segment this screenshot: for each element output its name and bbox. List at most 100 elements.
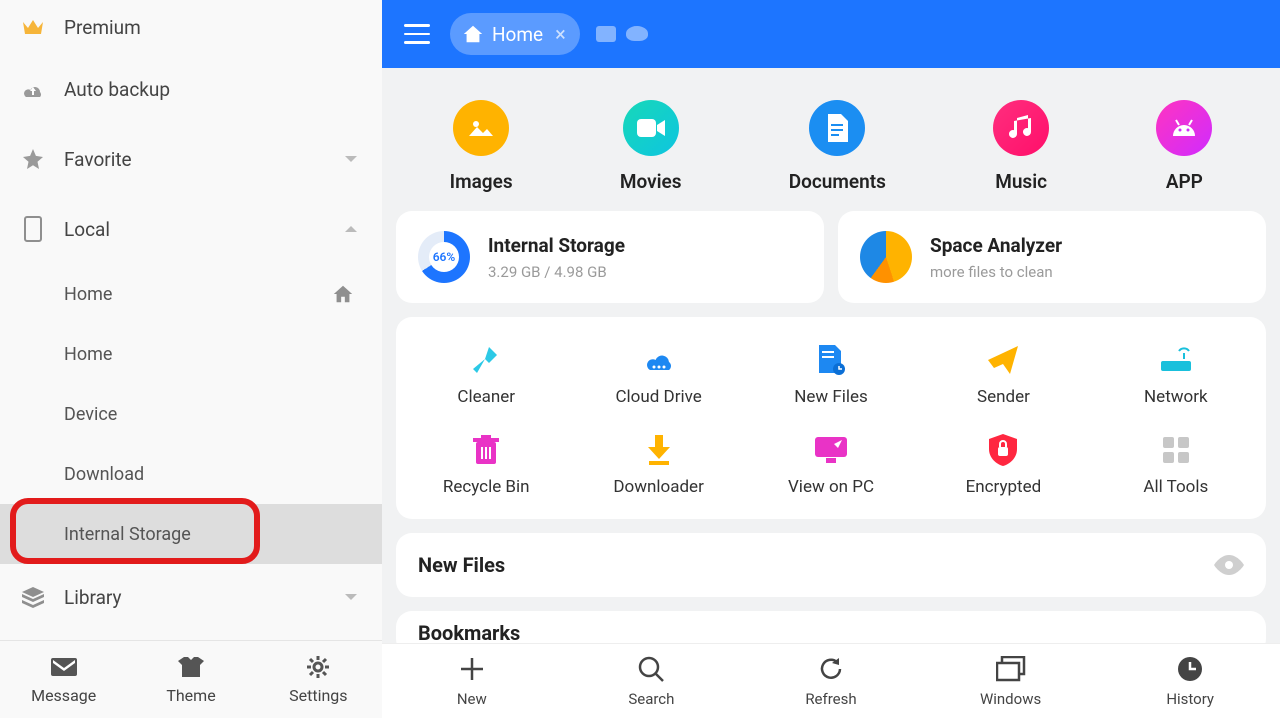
tab-home[interactable]: Home × <box>450 13 580 55</box>
card-subtitle: 3.29 GB / 4.98 GB <box>488 263 625 281</box>
sidebar-item-local[interactable]: Local <box>0 194 382 264</box>
category-documents[interactable]: Documents <box>789 100 886 193</box>
section-bookmarks[interactable]: Bookmarks <box>396 611 1266 643</box>
sidebar-theme-button[interactable]: Theme <box>127 641 254 718</box>
bottom-history-button[interactable]: History <box>1100 644 1280 718</box>
tool-label: All Tools <box>1143 477 1208 497</box>
tool-label: Recycle Bin <box>443 477 530 497</box>
close-icon[interactable]: × <box>555 24 566 44</box>
sidebar-label: Library <box>64 586 322 609</box>
router-icon <box>1159 345 1193 375</box>
chevron-down-icon <box>340 586 362 608</box>
cloud-icon[interactable] <box>626 26 648 41</box>
cloud-icon <box>642 345 676 375</box>
btn-label: Message <box>31 686 96 705</box>
content-scroll[interactable]: Images Movies Documents <box>382 68 1280 643</box>
storage-percent: 66% <box>433 250 456 264</box>
top-bar: Home × <box>382 0 1280 68</box>
category-images[interactable]: Images <box>450 100 513 193</box>
chevron-down-icon <box>340 148 362 170</box>
windows-icon <box>996 654 1026 684</box>
bottom-refresh-button[interactable]: Refresh <box>741 644 921 718</box>
tool-view-on-pc[interactable]: View on PC <box>745 421 917 511</box>
shirt-icon <box>178 654 204 680</box>
sidebar-list: Premium Auto backup Favorite <box>0 0 382 640</box>
btn-label: Refresh <box>805 690 856 708</box>
sidebar-sub-home-2[interactable]: Home <box>0 324 382 384</box>
crown-icon <box>20 14 46 40</box>
category-label: Documents <box>789 170 886 193</box>
btn-label: New <box>457 690 487 708</box>
bottom-search-button[interactable]: Search <box>562 644 742 718</box>
tool-label: Cleaner <box>457 387 515 407</box>
tool-cleaner[interactable]: Cleaner <box>400 331 572 421</box>
home-icon <box>332 283 358 305</box>
card-title: Space Analyzer <box>930 234 1062 257</box>
storage-donut-icon: 66% <box>418 231 470 283</box>
category-app[interactable]: APP <box>1156 100 1212 193</box>
tool-label: View on PC <box>788 477 874 497</box>
gear-icon <box>305 654 331 680</box>
window-icon[interactable] <box>596 26 616 42</box>
download-icon <box>642 435 676 465</box>
category-music[interactable]: Music <box>993 100 1049 193</box>
tool-all-tools[interactable]: All Tools <box>1090 421 1262 511</box>
bottom-new-button[interactable]: New <box>382 644 562 718</box>
sidebar: Premium Auto backup Favorite <box>0 0 382 718</box>
tool-new-files[interactable]: New Files <box>745 331 917 421</box>
sidebar-sub-device[interactable]: Device <box>0 384 382 444</box>
sidebar-bottom-bar: Message Theme Settings <box>0 640 382 718</box>
quick-categories: Images Movies Documents <box>396 86 1266 211</box>
sidebar-item-premium[interactable]: Premium <box>0 0 382 54</box>
cloud-up-icon <box>20 76 46 102</box>
star-icon <box>20 146 46 172</box>
sidebar-item-auto-backup[interactable]: Auto backup <box>0 54 382 124</box>
btn-label: Search <box>628 690 674 708</box>
sidebar-item-favorite[interactable]: Favorite <box>0 124 382 194</box>
clock-icon <box>1175 654 1205 684</box>
sidebar-sub-download[interactable]: Download <box>0 444 382 504</box>
sidebar-message-button[interactable]: Message <box>0 641 127 718</box>
btn-label: Theme <box>166 686 215 705</box>
trash-icon <box>469 435 503 465</box>
tool-sender[interactable]: Sender <box>917 331 1089 421</box>
sub-label: Device <box>64 404 382 425</box>
tool-label: New Files <box>794 387 868 407</box>
category-label: APP <box>1166 170 1203 193</box>
tool-cloud-drive[interactable]: Cloud Drive <box>572 331 744 421</box>
sidebar-settings-button[interactable]: Settings <box>255 641 382 718</box>
sidebar-label: Auto backup <box>64 78 362 101</box>
tool-downloader[interactable]: Downloader <box>572 421 744 511</box>
tool-label: Cloud Drive <box>615 387 701 407</box>
sidebar-label: Local <box>64 218 322 241</box>
sub-label: Home <box>64 284 332 305</box>
category-label: Images <box>450 170 513 193</box>
sidebar-sub-internal-storage[interactable]: Internal Storage <box>0 504 382 564</box>
tool-network[interactable]: Network <box>1090 331 1262 421</box>
tool-encrypted[interactable]: Encrypted <box>917 421 1089 511</box>
sidebar-item-library[interactable]: Library <box>0 564 382 630</box>
btn-label: Settings <box>289 686 347 705</box>
space-analyzer-card[interactable]: Space Analyzer more files to clean <box>838 211 1266 303</box>
category-label: Music <box>995 170 1047 193</box>
topbar-ghost-icons <box>596 26 648 42</box>
tool-label: Sender <box>977 387 1030 407</box>
category-label: Movies <box>620 170 682 193</box>
eye-icon[interactable] <box>1214 555 1244 575</box>
menu-button[interactable] <box>394 11 440 57</box>
internal-storage-card[interactable]: 66% Internal Storage 3.29 GB / 4.98 GB <box>396 211 824 303</box>
tool-recycle-bin[interactable]: Recycle Bin <box>400 421 572 511</box>
bottom-windows-button[interactable]: Windows <box>921 644 1101 718</box>
image-icon <box>453 100 509 156</box>
sub-label: Internal Storage <box>64 524 382 545</box>
sub-label: Download <box>64 464 382 485</box>
section-title: Bookmarks <box>418 621 1244 643</box>
refresh-icon <box>816 654 846 684</box>
sidebar-sub-home-1[interactable]: Home <box>0 264 382 324</box>
btn-label: History <box>1166 690 1214 708</box>
category-movies[interactable]: Movies <box>620 100 682 193</box>
shield-lock-icon <box>986 435 1020 465</box>
search-icon <box>636 654 666 684</box>
chevron-up-icon <box>340 218 362 240</box>
section-new-files[interactable]: New Files <box>396 533 1266 597</box>
